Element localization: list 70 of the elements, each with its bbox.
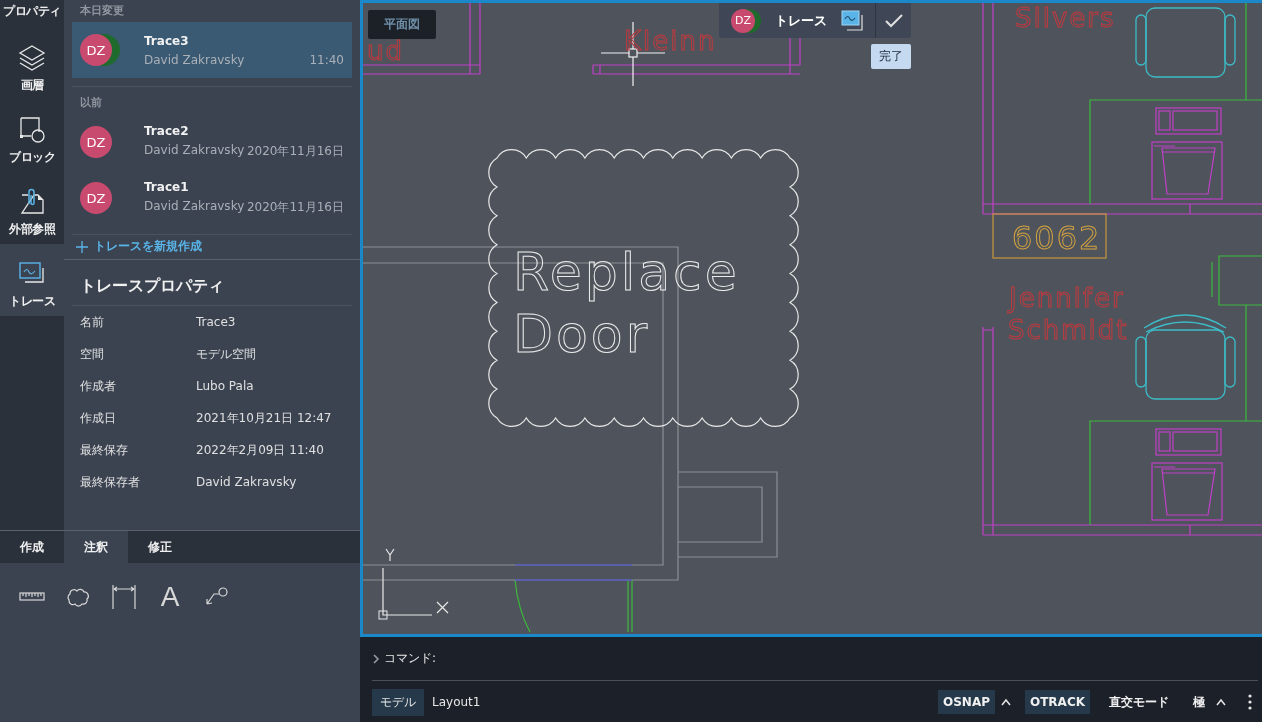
avatar: DZ [80, 182, 112, 214]
trace-time: 2020年11月16日 [246, 143, 344, 160]
check-icon [884, 13, 903, 28]
caret-icon[interactable] [1216, 698, 1226, 706]
cloud-note: Replace [513, 242, 740, 302]
trace-item[interactable]: DZ Trace2 David Zakravsky 2020年11月16日 [72, 114, 352, 170]
ribbon-tab[interactable]: 作成 [0, 531, 64, 563]
toolbar-title: トレース [775, 11, 827, 30]
property-label: 作成日 [80, 409, 117, 427]
ucs-icon [378, 548, 449, 620]
status-toggle[interactable]: OTRACK [1024, 690, 1090, 714]
more-icon[interactable] [1248, 694, 1252, 710]
property-value: モデル空間 [196, 345, 256, 363]
rail-tab[interactable]: 画層 [0, 28, 64, 100]
property-value: Lubo Pala [196, 379, 254, 393]
status-toggle[interactable]: OSNAP [938, 690, 995, 714]
property-label: 名前 [80, 313, 105, 331]
property-label: 空間 [80, 345, 105, 363]
room-label: Jennifer [1009, 283, 1125, 313]
room-number: 6062 [1012, 219, 1102, 257]
property-value: 2021年10月21日 12:47 [196, 409, 332, 427]
rail-tab[interactable]: ブロック [0, 100, 64, 172]
trace-icon[interactable] [841, 9, 865, 32]
avatar: DZ [80, 126, 112, 158]
trace-name: Trace3 [144, 33, 190, 48]
trace-author: David Zakravsky [144, 199, 245, 215]
ribbon-tab[interactable]: 修正 [128, 531, 192, 563]
layout-tab[interactable]: モデル [372, 688, 424, 716]
section-heading: 本日変更 [79, 3, 125, 19]
layers-icon [18, 43, 46, 71]
ribbon-tab[interactable]: 注釈 [64, 531, 128, 563]
status-toggle[interactable]: 極 [1188, 688, 1210, 716]
caret-icon[interactable] [1000, 698, 1011, 706]
properties-title: トレースプロパティ [79, 275, 225, 297]
text-tool[interactable]: A [156, 583, 184, 611]
section-heading: 以前 [79, 95, 103, 111]
room-label: Schmidt [1008, 315, 1129, 345]
rail-tab[interactable]: 外部参照 [0, 172, 64, 244]
chevron-icon [372, 653, 380, 664]
property-label: 作成者 [80, 377, 117, 395]
rail-tab[interactable]: トレース [0, 244, 64, 316]
trace-author: David Zakravsky [144, 143, 245, 159]
trace-time: 11:40 [309, 52, 344, 67]
tooltip: 完了 [871, 44, 911, 69]
new-trace-link[interactable]: トレースを新規作成 [72, 235, 352, 259]
status-toggle[interactable]: 直交モード [1104, 688, 1174, 716]
dimension-icon[interactable] [110, 583, 138, 611]
room-label: ud [367, 36, 404, 66]
cloud-note: Door [513, 304, 651, 364]
property-value: Trace3 [196, 315, 236, 329]
plus-icon [76, 240, 88, 253]
trace-item[interactable]: DZ Trace1 David Zakravsky 2020年11月16日 [72, 170, 352, 226]
block-icon [18, 115, 46, 143]
trace-time: 2020年11月16日 [246, 199, 344, 216]
property-value: David Zakravsky [196, 475, 297, 489]
command-prompt: コマンド: [384, 650, 437, 667]
trace-name: Trace2 [144, 124, 190, 138]
layout-tab[interactable]: Layout1 [424, 690, 489, 714]
view-label[interactable]: 平面図 [368, 10, 436, 39]
room-label: Silvers [1015, 3, 1116, 33]
trace-name: Trace1 [144, 180, 190, 194]
property-label: 最終保存者 [80, 473, 141, 491]
avatar: DZ [80, 34, 112, 66]
property-value: 2022年2月09日 11:40 [196, 441, 324, 459]
avatar: DZ [731, 8, 755, 33]
property-label: 最終保存 [80, 441, 129, 459]
trace-author: David Zakravsky [144, 52, 245, 67]
trace-item[interactable]: DZ Trace3 David Zakravsky 11:40 [72, 22, 352, 78]
rail-tab[interactable]: プロパティ [0, 0, 64, 28]
paperclip-document-icon [18, 187, 46, 215]
